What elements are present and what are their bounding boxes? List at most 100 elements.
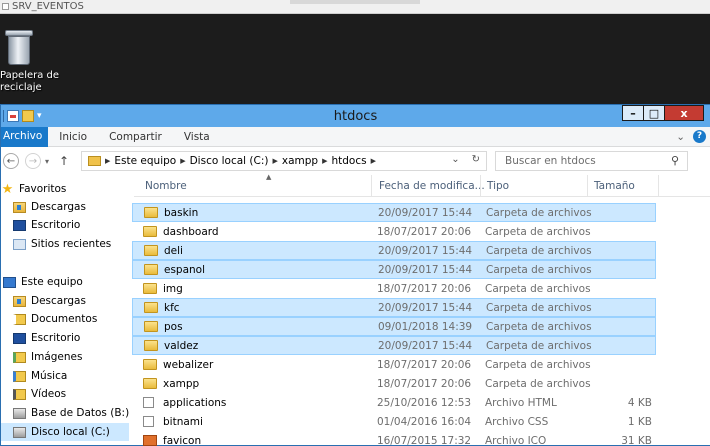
file-name: pos — [164, 320, 183, 333]
file-date: 20/09/2017 15:44 — [378, 263, 473, 276]
desktop-folder-icon — [13, 332, 26, 344]
file-row[interactable]: deli 20/09/2017 15:44 Carpeta de archivos — [132, 241, 656, 260]
nav-label: Música — [31, 370, 68, 382]
file-name: xampp — [163, 377, 200, 390]
file-row[interactable]: webalizer 18/07/2017 20:06 Carpeta de arch… — [132, 355, 656, 374]
window-controls: – □ x — [622, 105, 704, 121]
nav-base-de-datos[interactable]: Base de Datos (B:) — [13, 404, 129, 422]
file-date: 25/10/2016 12:53 — [377, 396, 472, 409]
nav-disco-local[interactable]: Disco local (C:) — [1, 423, 129, 441]
nav-label: Descargas — [31, 201, 86, 213]
breadcrumb-xampp[interactable]: xampp — [282, 155, 318, 167]
breadcrumb-disco-local[interactable]: Disco local (C:) — [190, 155, 269, 167]
file-row[interactable]: baskin 20/09/2017 15:44 Carpeta de archivo… — [132, 203, 656, 222]
nav-escritorio[interactable]: Escritorio — [13, 329, 80, 347]
column-nombre[interactable]: Nombre — [145, 180, 187, 192]
nav-videos[interactable]: Vídeos — [13, 385, 66, 403]
file-type: Carpeta de archivos — [486, 320, 592, 333]
folder-icon — [88, 156, 101, 166]
file-size: 31 KB — [621, 434, 652, 446]
address-dropdown-icon[interactable]: ⌄ — [451, 154, 459, 165]
address-bar[interactable]: ▶ Este equipo ▶ Disco local (C:) ▶ xampp… — [81, 151, 487, 171]
file-name: bitnami — [163, 415, 203, 428]
search-box[interactable]: Buscar en htdocs ⚲ — [495, 151, 688, 171]
window-title: htdocs — [333, 109, 378, 124]
folder-icon — [144, 207, 158, 218]
refresh-icon[interactable]: ↻ — [472, 154, 480, 165]
file-row[interactable]: valdez 20/09/2017 15:44 Carpeta de archivo… — [132, 336, 656, 355]
nav-descargas[interactable]: Descargas — [13, 292, 86, 310]
nav-documentos[interactable]: Documentos — [13, 310, 97, 328]
file-date: 20/09/2017 15:44 — [378, 339, 473, 352]
file-row[interactable]: espanol 20/09/2017 15:44 Carpeta de archiv… — [132, 260, 656, 279]
nav-descargas-fav[interactable]: Descargas — [13, 198, 86, 216]
navigation-pane: ★ Favoritos Descargas Escritorio Sitios … — [1, 175, 133, 446]
file-row[interactable]: favicon 16/07/2015 17:32 Archivo ICO 31 KB — [132, 431, 656, 446]
expand-ribbon-icon[interactable]: ⌄ — [676, 131, 685, 143]
folder-icon — [144, 264, 158, 275]
forward-button[interactable]: → — [25, 153, 41, 169]
session-icon — [2, 3, 9, 10]
file-type: Carpeta de archivos — [485, 282, 591, 295]
column-fecha[interactable]: Fecha de modifica... — [379, 180, 485, 192]
breadcrumb-arrow-icon[interactable]: ▶ — [371, 157, 376, 165]
nav-este-equipo[interactable]: Este equipo — [3, 273, 83, 291]
nav-musica[interactable]: Música — [13, 367, 67, 385]
tab-archivo[interactable]: Archivo — [1, 126, 49, 147]
folder-icon — [143, 378, 157, 389]
file-date: 09/01/2018 14:39 — [378, 320, 473, 333]
nav-label: Imágenes — [31, 351, 83, 363]
file-name: applications — [163, 396, 227, 409]
file-date: 20/09/2017 15:44 — [378, 244, 473, 257]
tab-inicio[interactable]: Inicio — [48, 131, 98, 143]
nav-label: Documentos — [31, 313, 98, 325]
file-type: Carpeta de archivos — [486, 263, 592, 276]
file-row[interactable]: kfc 20/09/2017 15:44 Carpeta de archivos — [132, 298, 656, 317]
breadcrumb-htdocs[interactable]: htdocs — [331, 155, 366, 167]
file-row[interactable]: xampp 18/07/2017 20:06 Carpeta de archivos — [132, 374, 656, 393]
nav-imagenes[interactable]: Imágenes — [13, 348, 82, 366]
tab-compartir[interactable]: Compartir — [98, 131, 173, 143]
file-date: 18/07/2017 20:06 — [377, 225, 472, 238]
nav-favoritos[interactable]: ★ Favoritos — [1, 180, 67, 198]
maximize-button[interactable]: □ — [643, 105, 665, 121]
file-size: 1 KB — [627, 415, 652, 428]
minimize-button[interactable]: – — [622, 105, 644, 121]
up-button[interactable]: ↑ — [59, 154, 69, 168]
file-row[interactable]: applications 25/10/2016 12:53 Archivo HTML… — [132, 393, 656, 412]
connection-bar-pin[interactable] — [290, 0, 420, 4]
search-icon[interactable]: ⚲ — [671, 154, 679, 167]
back-button[interactable]: ← — [3, 153, 19, 169]
recycle-bin-shortcut[interactable]: Papelera de reciclaje — [0, 30, 60, 94]
file-list: ▲ Nombre Fecha de modifica... Tipo Tamañ… — [132, 173, 710, 446]
file-row[interactable]: dashboard 18/07/2017 20:06 Carpeta de arch… — [132, 222, 656, 241]
folder-icon — [144, 302, 158, 313]
breadcrumb-arrow-icon[interactable]: ▶ — [180, 157, 185, 165]
recent-locations-icon[interactable]: ▾ — [45, 157, 49, 166]
column-tipo[interactable]: Tipo — [487, 180, 509, 192]
nav-sitios-recientes[interactable]: Sitios recientes — [13, 235, 111, 253]
breadcrumb-este-equipo[interactable]: Este equipo — [114, 155, 176, 167]
file-row[interactable]: pos 09/01/2018 14:39 Carpeta de archivos — [132, 317, 656, 336]
ribbon-tabs: Archivo Inicio Compartir Vista ⌄ ? — [1, 126, 710, 147]
close-button[interactable]: x — [664, 105, 704, 121]
breadcrumb-arrow-icon[interactable]: ▶ — [322, 157, 327, 165]
recycle-bin-label-line2: reciclaje — [0, 82, 42, 93]
nav-escritorio-fav[interactable]: Escritorio — [13, 216, 80, 234]
computer-icon — [3, 276, 16, 288]
file-type: Archivo HTML — [485, 396, 557, 409]
help-icon[interactable]: ? — [693, 130, 706, 143]
breadcrumb-arrow-icon[interactable]: ▶ — [105, 157, 110, 165]
nav-label: Sitios recientes — [31, 238, 112, 250]
file-row[interactable]: img 18/07/2017 20:06 Carpeta de archivos — [132, 279, 656, 298]
title-bar[interactable]: ▾ htdocs – □ x — [1, 105, 710, 127]
desktop-icon — [13, 219, 26, 231]
file-date: 18/07/2017 20:06 — [377, 282, 472, 295]
column-tamano[interactable]: Tamaño — [594, 180, 635, 192]
tab-vista[interactable]: Vista — [173, 131, 221, 143]
nav-label: Escritorio — [31, 219, 81, 231]
file-row[interactable]: bitnami 01/04/2016 16:04 Archivo CSS 1 KB — [132, 412, 656, 431]
breadcrumb-arrow-icon[interactable]: ▶ — [272, 157, 277, 165]
file-name: deli — [164, 244, 183, 257]
file-name: webalizer — [163, 358, 214, 371]
